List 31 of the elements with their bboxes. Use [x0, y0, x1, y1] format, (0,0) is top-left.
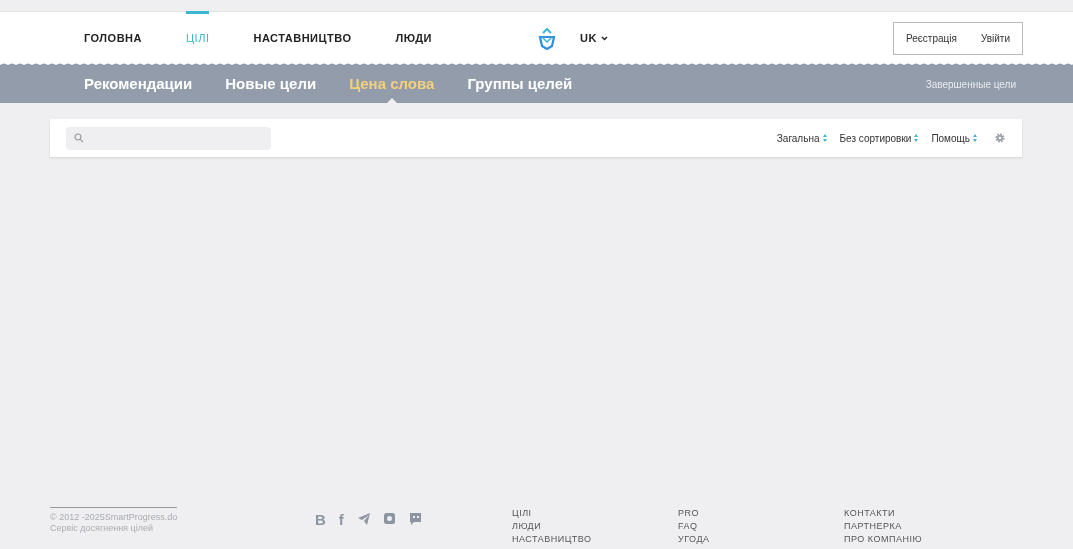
footer-link[interactable]: FAQ: [678, 520, 844, 533]
search-icon: [74, 133, 84, 143]
dropdown[interactable]: Загальна: [776, 130, 827, 146]
nav-link[interactable]: ЛЮДИ: [395, 12, 432, 65]
logo-icon[interactable]: [538, 27, 556, 50]
chevron-icon: [600, 36, 608, 41]
settings-icon[interactable]: [994, 132, 1006, 144]
auth-link[interactable]: Реєстрація: [905, 31, 957, 46]
footer-link[interactable]: НАСТАВНИЦТВО: [512, 533, 678, 546]
copyright-text: © 2012 -2025SmartProgress.do: [50, 512, 179, 523]
chat-icon[interactable]: [408, 512, 422, 526]
footer-link[interactable]: КОНТАКТИ: [844, 507, 1010, 520]
tagline: Сервіс досягнення цілей: [50, 523, 154, 534]
nav-link[interactable]: ГОЛОВНА: [84, 12, 142, 65]
paper-plane-icon[interactable]: [356, 512, 370, 526]
footer-link[interactable]: ПРО КОМПАНІЮ: [844, 533, 1010, 546]
auth-link[interactable]: Увійти: [980, 31, 1010, 46]
sort-icon: [914, 134, 919, 142]
search-field[interactable]: [66, 126, 271, 150]
footer-link[interactable]: ЦІЛІ: [512, 507, 678, 520]
dropdown[interactable]: Помощь: [931, 130, 977, 146]
camera-icon[interactable]: [382, 512, 396, 526]
sort-icon: [973, 134, 977, 142]
footer-link[interactable]: ЛЮДИ: [512, 520, 678, 533]
nav-link[interactable]: НАСТАВНИЦТВО: [253, 12, 352, 65]
footer-link[interactable]: PRO: [678, 507, 844, 520]
dropdown[interactable]: Без сортировки: [839, 130, 919, 146]
footer-link[interactable]: ПАРТНЕРКА: [844, 520, 1010, 533]
sort-icon: [822, 134, 827, 142]
language-selector[interactable]: UK: [580, 30, 608, 47]
footer-link[interactable]: УГОДА: [678, 533, 844, 546]
